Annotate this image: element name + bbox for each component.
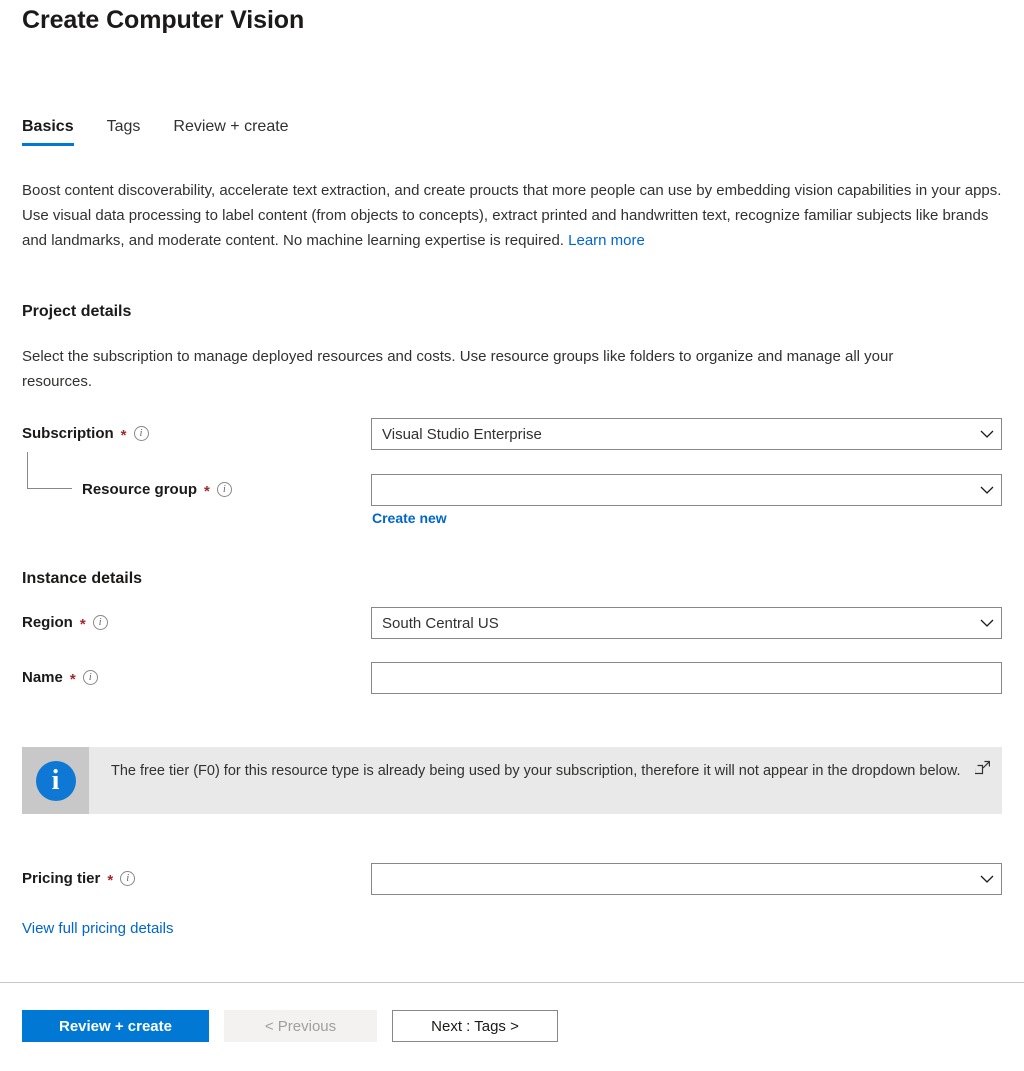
- subscription-value: Visual Studio Enterprise: [382, 425, 542, 443]
- info-icon[interactable]: i: [133, 426, 149, 441]
- subscription-required-mark: *: [120, 427, 127, 444]
- info-icon[interactable]: i: [82, 670, 98, 685]
- info-icon[interactable]: i: [92, 615, 108, 630]
- footer-actions: Review + create < Previous Next : Tags >: [22, 1010, 558, 1042]
- region-value: South Central US: [382, 614, 499, 632]
- subscription-label-text: Subscription: [22, 425, 114, 442]
- chevron-down-icon: [979, 482, 995, 498]
- subscription-dropdown[interactable]: Visual Studio Enterprise: [371, 418, 1002, 450]
- tab-basics-label: Basics: [22, 118, 74, 135]
- resource-group-label: Resource group * i: [82, 481, 232, 500]
- tab-bar: Basics Tags Review + create: [22, 118, 322, 146]
- region-label: Region * i: [22, 614, 108, 633]
- resource-group-dropdown[interactable]: [371, 474, 1002, 506]
- region-label-text: Region: [22, 614, 73, 631]
- service-description-text: Boost content discoverability, accelerat…: [22, 182, 1002, 249]
- name-label: Name * i: [22, 669, 98, 688]
- resource-group-label-text: Resource group: [82, 481, 198, 498]
- previous-button: < Previous: [224, 1010, 377, 1042]
- chevron-down-icon: [979, 615, 995, 631]
- banner-message: The free tier (F0) for this resource typ…: [111, 763, 961, 779]
- tab-review-create[interactable]: Review + create: [173, 118, 288, 146]
- chevron-down-icon: [979, 871, 995, 887]
- instance-details-heading: Instance details: [22, 570, 143, 587]
- resource-group-required-mark: *: [204, 483, 210, 500]
- project-details-description: Select the subscription to manage deploy…: [22, 348, 894, 390]
- info-icon[interactable]: i: [216, 482, 232, 497]
- name-input[interactable]: [382, 663, 995, 693]
- create-computer-vision-page: Create Computer Vision Basics Tags Revie…: [0, 0, 1024, 1071]
- free-tier-info-banner: i The free tier (F0) for this resource t…: [22, 747, 1002, 814]
- pricing-tier-required-mark: *: [107, 872, 114, 889]
- view-full-pricing-details-link[interactable]: View full pricing details: [22, 920, 173, 937]
- next-tags-button[interactable]: Next : Tags >: [392, 1010, 558, 1042]
- tab-review-create-label: Review + create: [173, 118, 289, 135]
- tab-tags[interactable]: Tags: [107, 118, 141, 146]
- name-label-text: Name: [22, 669, 63, 686]
- banner-body: The free tier (F0) for this resource typ…: [89, 747, 1002, 814]
- project-details-heading: Project details: [22, 303, 132, 320]
- tab-tags-label: Tags: [106, 118, 141, 135]
- pricing-tier-dropdown[interactable]: [371, 863, 1002, 895]
- page-title: Create Computer Vision: [22, 6, 305, 34]
- pricing-tier-label: Pricing tier * i: [22, 870, 136, 889]
- footer-divider: [0, 982, 1024, 983]
- subscription-label: Subscription * i: [22, 425, 149, 444]
- region-dropdown[interactable]: South Central US: [371, 607, 1002, 639]
- pricing-tier-label-text: Pricing tier: [22, 870, 101, 887]
- learn-more-link[interactable]: Learn more: [568, 232, 645, 249]
- external-link-icon[interactable]: [975, 760, 991, 776]
- name-required-mark: *: [69, 671, 76, 688]
- review-create-button[interactable]: Review + create: [22, 1010, 209, 1042]
- info-icon[interactable]: i: [120, 871, 136, 886]
- banner-icon-cell: i: [22, 747, 89, 814]
- tab-basics[interactable]: Basics: [22, 118, 74, 146]
- chevron-down-icon: [979, 426, 995, 442]
- region-required-mark: *: [79, 616, 86, 633]
- info-circle-icon: i: [35, 760, 76, 801]
- create-new-resource-group-link[interactable]: Create new: [372, 510, 447, 526]
- nesting-connector-line: [27, 452, 72, 489]
- service-description: Boost content discoverability, accelerat…: [22, 178, 1002, 253]
- name-field[interactable]: [371, 662, 1002, 694]
